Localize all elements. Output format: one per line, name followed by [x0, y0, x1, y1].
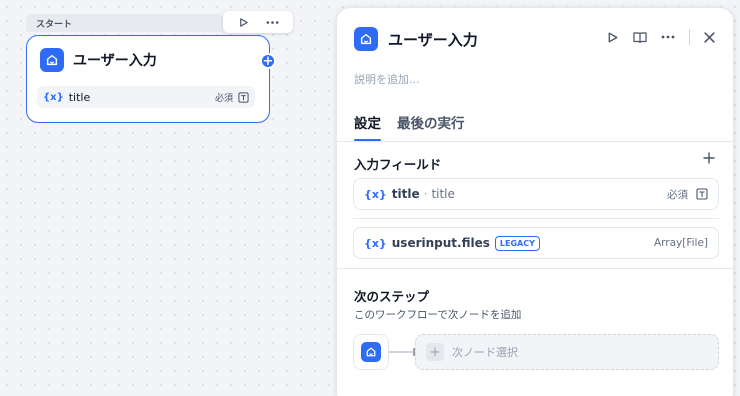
- panel-title[interactable]: ユーザー入力: [388, 29, 478, 50]
- field-label: title: [431, 187, 455, 201]
- panel-actions: [606, 29, 715, 45]
- node-title: ユーザー入力: [73, 53, 157, 69]
- divider: [689, 29, 690, 45]
- legacy-badge: LEGACY: [494, 235, 540, 251]
- run-icon[interactable]: [238, 17, 249, 28]
- select-next-node-button[interactable]: + 次ノード選択: [415, 334, 719, 370]
- field-type: Array[File]: [653, 237, 708, 249]
- node-variable-row: {x} title 必須: [37, 86, 255, 108]
- field-variable-name: userinput.files: [391, 236, 490, 250]
- variable-icon: {x}: [43, 91, 64, 103]
- home-icon: [361, 342, 381, 362]
- more-icon[interactable]: [661, 35, 675, 39]
- input-fields-title: 入力フィールド: [354, 157, 442, 172]
- text-input-icon: [238, 91, 249, 103]
- variable-name: title: [68, 90, 91, 104]
- required-label: 必須: [667, 188, 688, 201]
- start-node-container: スタート ユーザー入力 {x} title 必須 +: [26, 11, 293, 125]
- plus-icon: +: [426, 343, 444, 361]
- input-field-row[interactable]: {x} userinput.files LEGACY Array[File]: [353, 227, 719, 259]
- more-icon[interactable]: [266, 17, 279, 28]
- variable-icon: {x}: [364, 187, 387, 201]
- home-icon: [354, 27, 378, 51]
- book-icon[interactable]: [633, 31, 647, 44]
- section-divider: [337, 268, 733, 269]
- current-node-chip: [353, 334, 389, 370]
- select-next-node-label: 次ノード選択: [452, 346, 518, 359]
- plus-icon: [703, 152, 715, 164]
- tab-last-run[interactable]: 最後の実行: [397, 112, 465, 141]
- user-input-node[interactable]: ユーザー入力 {x} title 必須: [26, 35, 270, 123]
- add-node-button[interactable]: +: [260, 53, 276, 69]
- add-field-button[interactable]: [703, 152, 715, 164]
- tab-divider: [337, 141, 733, 142]
- node-settings-panel: ユーザー入力 説明を追加... 設定 最後の実行 入力フィールド {x} tit…: [336, 7, 734, 396]
- field-divider: [353, 218, 719, 219]
- connector-line: [389, 348, 415, 356]
- node-tag: スタート: [26, 14, 223, 32]
- home-icon: [40, 48, 64, 72]
- run-icon[interactable]: [606, 31, 619, 44]
- variable-icon: {x}: [364, 236, 387, 250]
- tab-settings[interactable]: 設定: [354, 112, 381, 141]
- close-icon[interactable]: [704, 31, 715, 43]
- node-toolbar: [223, 11, 293, 33]
- required-label: 必須: [214, 93, 233, 104]
- field-separator: ·: [423, 187, 428, 201]
- text-input-icon: [696, 188, 708, 200]
- panel-tabs: 設定 最後の実行: [354, 112, 465, 141]
- description-input[interactable]: 説明を追加...: [354, 71, 420, 87]
- next-step-description: このワークフローで次ノードを追加: [354, 309, 522, 321]
- field-variable-name: title: [391, 187, 420, 201]
- next-step-title: 次のステップ: [354, 289, 430, 304]
- input-field-row[interactable]: {x} title · title 必須: [353, 178, 719, 210]
